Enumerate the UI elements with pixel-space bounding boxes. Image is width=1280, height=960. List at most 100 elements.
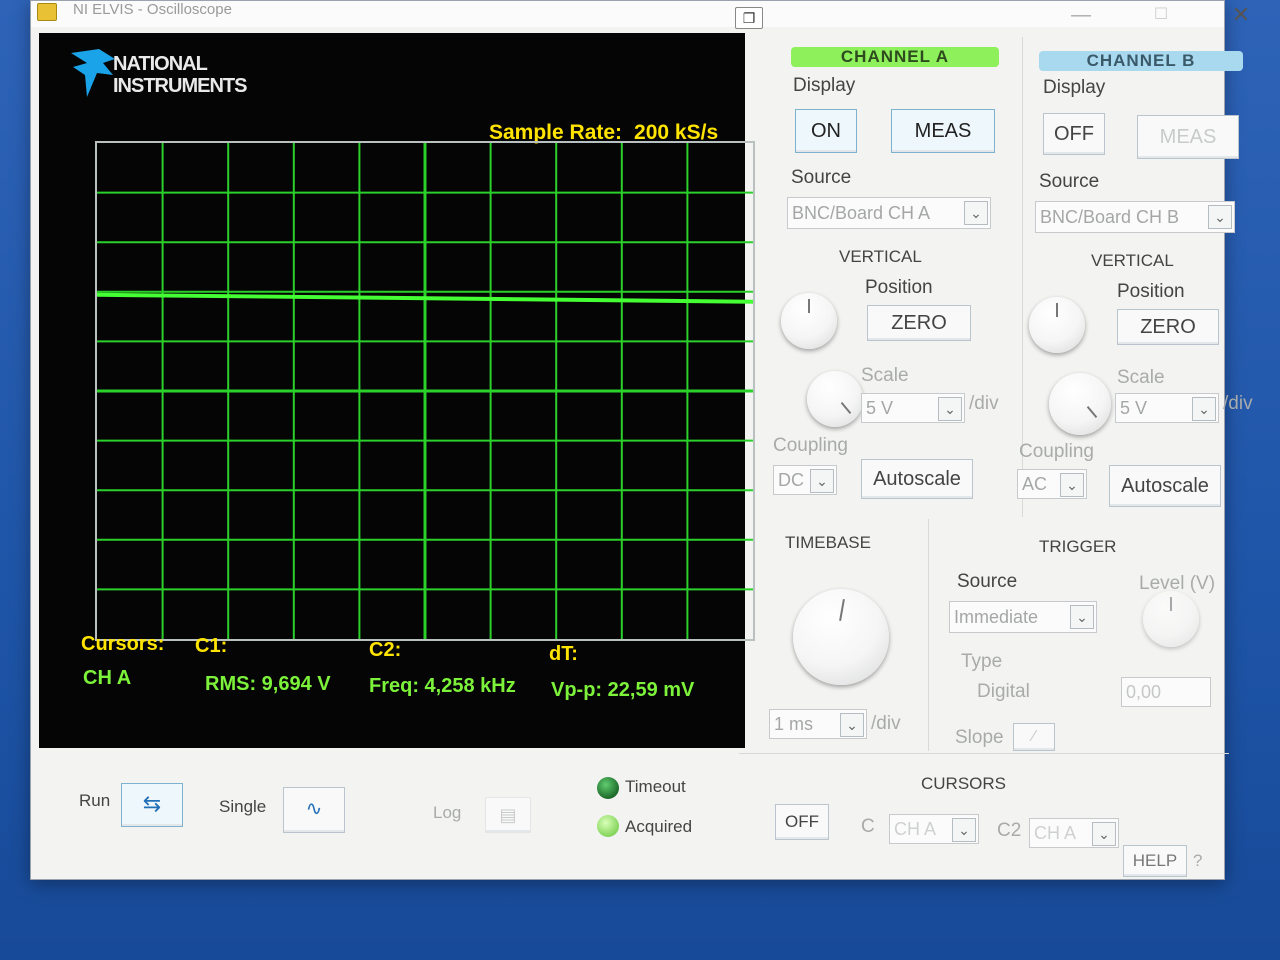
trigger-label: TRIGGER	[1039, 537, 1117, 556]
channel-b-meas-button[interactable]: MEAS	[1137, 115, 1239, 159]
channel-a-position-label: Position	[865, 277, 933, 298]
trigger-panel: TRIGGER Source Immediate ⌄ Level (V) Typ…	[931, 521, 1247, 751]
cursors-label: Cursors:	[81, 633, 165, 655]
chevron-down-icon[interactable]: ⌄	[1192, 397, 1216, 421]
logo-line1: NATIONAL	[113, 53, 208, 75]
loop-arrows-icon[interactable]: ⇆	[121, 783, 183, 827]
chevron-down-icon[interactable]: ⌄	[1092, 822, 1116, 846]
channel-a-source-label: Source	[791, 167, 852, 188]
channel-b-scale-value: 5 V	[1120, 398, 1148, 418]
dt-value: Vp-p: 22,59 mV	[551, 679, 695, 701]
logo-line2: INSTRUMENTS	[113, 75, 247, 97]
c1-value: RMS: 9,694 V	[205, 673, 331, 695]
trigger-type-label: Type	[961, 651, 1003, 672]
channel-b-zero-button[interactable]: ZERO	[1117, 309, 1219, 345]
channel-b-source-value: BNC/Board CH B	[1040, 207, 1180, 227]
chevron-down-icon[interactable]: ⌄	[810, 469, 834, 493]
scope-display: NATIONAL INSTRUMENTS Sample Rate: 200 kS/…	[39, 33, 755, 748]
channel-a-coupling-value: DC	[778, 470, 804, 490]
channel-b-position-knob[interactable]	[1029, 297, 1085, 353]
title-bar: NI ELVIS - Oscilloscope — ☐ ✕	[31, 1, 1250, 27]
chevron-down-icon[interactable]: ⌄	[840, 713, 864, 737]
cursors-value: CH A	[83, 667, 132, 689]
timebase-panel: TIMEBASE 1 ms ⌄ /div	[753, 519, 929, 751]
help-button[interactable]: HELP	[1123, 845, 1187, 877]
trigger-source-value: Immediate	[954, 607, 1039, 627]
timebase-knob[interactable]	[793, 589, 889, 685]
chevron-down-icon[interactable]: ⌄	[938, 397, 962, 421]
timeout-led-icon	[597, 777, 619, 799]
trigger-source-label: Source	[957, 571, 1018, 592]
c2-value: Freq: 4,258 kHz	[369, 675, 516, 697]
channel-b-coupling-value: AC	[1022, 474, 1048, 494]
cursor-c1-select[interactable]: CH A ⌄	[889, 814, 979, 844]
cursor-c2-label: C2	[997, 820, 1022, 841]
single-wave-icon[interactable]: ∿	[283, 787, 345, 833]
run-label: Run	[79, 791, 111, 810]
maximize-icon[interactable]: ☐	[1141, 5, 1181, 25]
trigger-level-field[interactable]: 0,00	[1121, 677, 1211, 707]
chevron-down-icon[interactable]: ⌄	[952, 818, 976, 842]
trigger-type-value: Digital	[977, 681, 1030, 702]
channel-a-autoscale-button[interactable]: Autoscale	[861, 459, 973, 499]
channel-a-scale-value: 5 V	[866, 398, 894, 418]
dt-label: dT:	[549, 643, 578, 665]
slope-rising-icon[interactable]: ∕	[1013, 723, 1055, 751]
chevron-down-icon[interactable]: ⌄	[964, 201, 988, 225]
cursor-c1-value: CH A	[894, 819, 937, 839]
channel-a-scale-select[interactable]: 5 V ⌄	[861, 393, 965, 423]
channel-a-panel: CHANNEL A Display ON MEAS Source BNC/Boa…	[773, 37, 1023, 517]
help-question-icon[interactable]: ?	[1193, 851, 1202, 871]
channel-b-autoscale-button[interactable]: Autoscale	[1109, 465, 1221, 507]
channel-a-meas-button[interactable]: MEAS	[891, 109, 995, 153]
timeout-label: Timeout	[625, 777, 686, 796]
cursor-c2-value: CH A	[1034, 823, 1077, 843]
channel-b-coupling-select[interactable]: AC ⌄	[1017, 469, 1087, 499]
channel-b-position-label: Position	[1117, 281, 1185, 302]
channel-a-scale-knob[interactable]	[807, 371, 863, 427]
channel-a-scale-label: Scale	[861, 365, 909, 386]
timebase-value: 1 ms	[774, 714, 814, 734]
timebase-unit: /div	[871, 713, 901, 734]
trigger-level-knob[interactable]	[1143, 591, 1199, 647]
chevron-down-icon[interactable]: ⌄	[1070, 605, 1094, 629]
single-label: Single	[219, 797, 267, 816]
trigger-source-select[interactable]: Immediate ⌄	[949, 601, 1097, 633]
ni-eagle-icon	[71, 49, 115, 97]
trigger-level-value: 0,00	[1126, 682, 1162, 702]
channel-a-on-button[interactable]: ON	[795, 109, 857, 153]
channel-b-off-button[interactable]: OFF	[1043, 113, 1105, 155]
cursors-panel-label: CURSORS	[921, 774, 1007, 793]
channel-a-coupling-label: Coupling	[773, 435, 848, 456]
chevron-down-icon[interactable]: ⌄	[1208, 205, 1232, 229]
timebase-label: TIMEBASE	[785, 533, 871, 552]
acquired-led-icon	[597, 815, 619, 837]
c1-label: C1:	[195, 635, 228, 657]
timebase-select[interactable]: 1 ms ⌄	[769, 709, 867, 739]
channel-b-scale-knob[interactable]	[1049, 373, 1111, 435]
channel-a-position-knob[interactable]	[781, 293, 837, 349]
channel-b-source-select[interactable]: BNC/Board CH B ⌄	[1035, 201, 1235, 233]
channel-b-scale-unit: /div	[1223, 393, 1253, 414]
channel-b-scale-select[interactable]: 5 V ⌄	[1115, 393, 1219, 423]
cursors-off-button[interactable]: OFF	[775, 804, 829, 840]
close-icon[interactable]: ✕	[1221, 4, 1261, 26]
window-title: NI ELVIS - Oscilloscope	[73, 1, 232, 18]
channel-a-source-select[interactable]: BNC/Board CH A ⌄	[787, 197, 991, 229]
scope-graticule	[95, 141, 755, 641]
expand-display-icon[interactable]: ❐	[735, 7, 763, 29]
ni-logo: NATIONAL INSTRUMENTS	[69, 45, 289, 105]
cursor-c2-select[interactable]: CH A ⌄	[1029, 818, 1119, 848]
minimize-icon[interactable]: —	[1061, 5, 1101, 25]
save-disk-icon[interactable]: ▤	[485, 797, 531, 833]
channel-b-scale-label: Scale	[1117, 367, 1165, 388]
channel-b-display-label: Display	[1043, 77, 1106, 98]
channel-a-header: CHANNEL A	[791, 47, 999, 67]
channel-a-display-label: Display	[793, 75, 856, 96]
channel-a-zero-button[interactable]: ZERO	[867, 305, 971, 341]
oscilloscope-window: NI ELVIS - Oscilloscope — ☐ ✕ NATIONAL I…	[30, 0, 1253, 880]
channel-b-header: CHANNEL B	[1039, 51, 1243, 71]
channel-a-coupling-select[interactable]: DC ⌄	[773, 465, 837, 495]
channel-b-source-label: Source	[1039, 171, 1100, 192]
chevron-down-icon[interactable]: ⌄	[1060, 473, 1084, 497]
